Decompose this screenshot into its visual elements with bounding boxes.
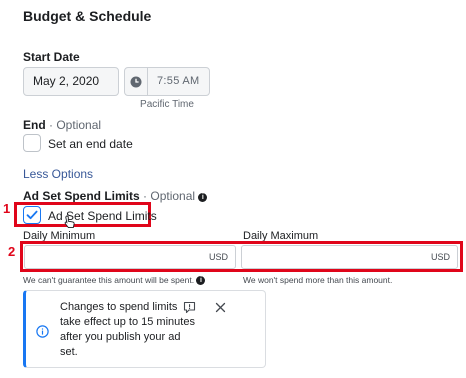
start-date-input[interactable]: May 2, 2020 (23, 67, 119, 96)
start-time-value: 7:55 AM (157, 75, 200, 87)
close-icon[interactable] (215, 302, 226, 313)
info-circle-icon (36, 325, 49, 338)
info-icon[interactable]: i (198, 193, 208, 202)
daily-min-helper-text: We can't guarantee this amount will be s… (23, 275, 195, 285)
mouse-cursor-icon (64, 215, 75, 229)
daily-min-input[interactable]: USD (24, 245, 236, 269)
timezone-label: Pacific Time (140, 99, 194, 110)
spend-limits-label-text: Ad Set Spend Limits (23, 189, 140, 203)
daily-max-currency: USD (430, 252, 450, 262)
info-icon[interactable]: i (196, 276, 206, 285)
start-time-input[interactable]: 7:55 AM (124, 67, 210, 96)
spend-limits-label: Ad Set Spend Limits · Optional i (23, 189, 208, 203)
clock-icon (125, 68, 148, 95)
daily-min-helper: We can't guarantee this amount will be s… (23, 275, 206, 285)
spend-limits-notice: Changes to spend limits take effect up t… (23, 290, 266, 368)
spend-limits-checkbox[interactable] (23, 206, 41, 224)
start-date-label: Start Date (23, 50, 80, 64)
checkmark-icon (26, 210, 38, 220)
end-date-checkbox-label[interactable]: Set an end date (48, 137, 133, 151)
spend-limits-optional: · Optional (143, 189, 196, 203)
daily-max-input[interactable]: USD (241, 245, 458, 269)
daily-min-currency: USD (208, 252, 228, 262)
end-optional: · Optional (49, 118, 102, 132)
notice-text: Changes to spend limits take effect up t… (60, 301, 195, 358)
section-title: Budget & Schedule (23, 8, 152, 24)
feedback-icon[interactable] (183, 301, 196, 314)
annotation-badge-2: 2 (8, 244, 16, 259)
annotation-badge-1: 1 (3, 201, 11, 216)
less-options-link[interactable]: Less Options (23, 167, 93, 181)
daily-max-helper: We won't spend more than this amount. (243, 275, 393, 285)
end-label-text: End (23, 118, 46, 132)
end-date-checkbox[interactable] (23, 134, 41, 152)
end-label: End · Optional (23, 118, 101, 132)
